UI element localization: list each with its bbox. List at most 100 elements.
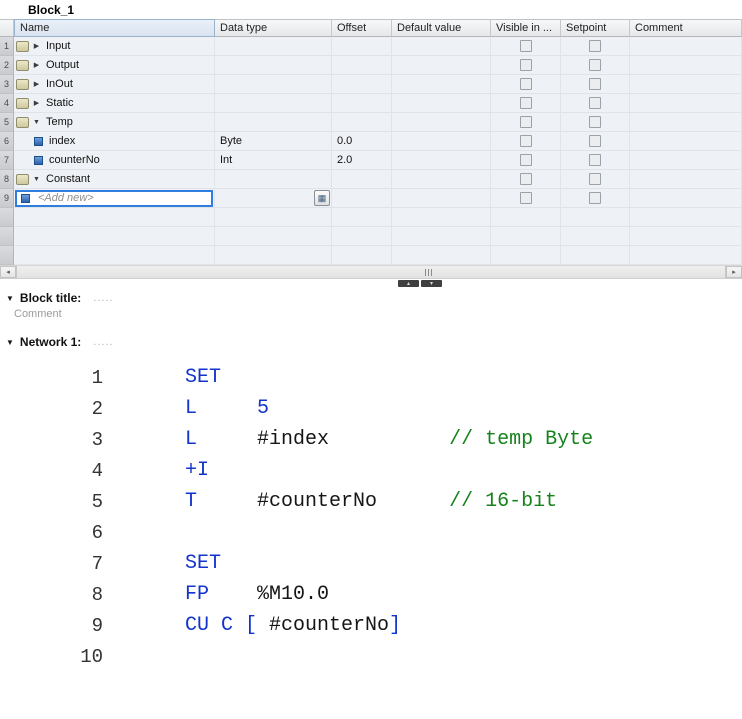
line-number[interactable]: 1	[0, 367, 103, 389]
data-type-cell[interactable]	[215, 56, 332, 75]
offset-cell[interactable]	[332, 75, 392, 94]
setpoint-checkbox[interactable]	[589, 116, 601, 128]
scrollbar-track[interactable]	[16, 266, 726, 278]
data-type-cell[interactable]	[215, 113, 332, 132]
row-number-cell[interactable]: 2	[0, 56, 14, 75]
table-corner-cell[interactable]	[0, 19, 14, 37]
splitter-collapse-down-button[interactable]: ▾	[421, 280, 442, 287]
name-cell[interactable]: index	[14, 132, 215, 151]
line-number[interactable]: 8	[0, 584, 103, 606]
name-cell[interactable]: ▶Static	[14, 94, 215, 113]
default-value-cell[interactable]	[392, 94, 491, 113]
name-cell[interactable]: ▶Output	[14, 56, 215, 75]
scrollbar-thumb[interactable]	[16, 266, 726, 278]
collapse-arrow-icon[interactable]: ▼	[6, 294, 14, 303]
default-value-cell[interactable]	[392, 56, 491, 75]
code-text[interactable]: +I	[103, 459, 209, 482]
offset-cell[interactable]	[332, 189, 392, 208]
comment-cell[interactable]	[630, 170, 742, 189]
expand-arrow-icon[interactable]: ▶	[32, 42, 41, 50]
setpoint-checkbox[interactable]	[589, 173, 601, 185]
line-number[interactable]: 6	[0, 522, 103, 544]
visible-in-checkbox[interactable]	[520, 154, 532, 166]
line-number[interactable]: 7	[0, 553, 103, 575]
collapse-arrow-icon[interactable]: ▼	[32, 176, 41, 183]
block-comment-placeholder[interactable]: Comment	[0, 306, 742, 322]
comment-cell[interactable]	[630, 132, 742, 151]
offset-cell[interactable]: 2.0	[332, 151, 392, 170]
row-number-cell[interactable]: 7	[0, 151, 14, 170]
visible-in-checkbox[interactable]	[520, 192, 532, 204]
code-line[interactable]: 2L 5	[0, 393, 742, 424]
add-new-input[interactable]: <Add new>	[15, 190, 213, 207]
setpoint-checkbox[interactable]	[589, 40, 601, 52]
offset-cell[interactable]	[332, 94, 392, 113]
column-header-setpoint[interactable]: Setpoint	[561, 19, 630, 37]
name-cell[interactable]: ▶InOut	[14, 75, 215, 94]
code-text[interactable]: FP %M10.0	[103, 583, 329, 606]
setpoint-checkbox[interactable]	[589, 154, 601, 166]
data-type-cell[interactable]: Byte	[215, 132, 332, 151]
default-value-cell[interactable]	[392, 170, 491, 189]
line-number[interactable]: 3	[0, 429, 103, 451]
comment-cell[interactable]	[630, 189, 742, 208]
row-number-cell[interactable]: 4	[0, 94, 14, 113]
scroll-right-button[interactable]: ▸	[726, 266, 742, 278]
default-value-cell[interactable]	[392, 189, 491, 208]
expand-arrow-icon[interactable]: ▶	[32, 99, 41, 107]
offset-cell[interactable]: 0.0	[332, 132, 392, 151]
code-text[interactable]: T #counterNo // 16-bit	[103, 490, 557, 513]
row-number-cell[interactable]: 9	[0, 189, 14, 208]
line-number[interactable]: 10	[0, 646, 103, 668]
comment-cell[interactable]	[630, 56, 742, 75]
code-line[interactable]: 5T #counterNo // 16-bit	[0, 486, 742, 517]
code-text[interactable]: L 5	[103, 397, 269, 420]
default-value-cell[interactable]	[392, 75, 491, 94]
splitter-collapse-up-button[interactable]: ▴	[398, 280, 419, 287]
code-line[interactable]: 7SET	[0, 548, 742, 579]
code-text[interactable]: SET	[103, 366, 221, 389]
expand-arrow-icon[interactable]: ▶	[32, 61, 41, 69]
scroll-left-button[interactable]: ◂	[0, 266, 16, 278]
code-line[interactable]: 6	[0, 517, 742, 548]
line-number[interactable]: 5	[0, 491, 103, 513]
visible-in-checkbox[interactable]	[520, 59, 532, 71]
network-title-placeholder[interactable]: .....	[93, 336, 113, 348]
comment-cell[interactable]	[630, 151, 742, 170]
row-number-cell[interactable]: 8	[0, 170, 14, 189]
code-line[interactable]: 8FP %M10.0	[0, 579, 742, 610]
column-header-comment[interactable]: Comment	[630, 19, 742, 37]
collapse-arrow-icon[interactable]: ▼	[32, 119, 41, 126]
column-header-default-value[interactable]: Default value	[392, 19, 491, 37]
column-header-offset[interactable]: Offset	[332, 19, 392, 37]
comment-cell[interactable]	[630, 94, 742, 113]
default-value-cell[interactable]	[392, 37, 491, 56]
code-text[interactable]: CU C [ #counterNo]	[103, 614, 401, 637]
comment-cell[interactable]	[630, 37, 742, 56]
default-value-cell[interactable]	[392, 151, 491, 170]
default-value-cell[interactable]	[392, 113, 491, 132]
code-line[interactable]: 1SET	[0, 362, 742, 393]
data-type-cell[interactable]: ▦	[215, 189, 332, 208]
name-cell[interactable]: counterNo	[14, 151, 215, 170]
stl-code-editor[interactable]: 1SET2L 53L #index // temp Byte4+I5T #cou…	[0, 362, 742, 672]
expand-arrow-icon[interactable]: ▶	[32, 80, 41, 88]
setpoint-checkbox[interactable]	[589, 97, 601, 109]
line-number[interactable]: 9	[0, 615, 103, 637]
name-cell[interactable]: ▼Constant	[14, 170, 215, 189]
data-type-cell[interactable]	[215, 75, 332, 94]
column-header-visible-in[interactable]: Visible in ...	[491, 19, 561, 37]
setpoint-checkbox[interactable]	[589, 135, 601, 147]
code-line[interactable]: 9CU C [ #counterNo]	[0, 610, 742, 641]
comment-cell[interactable]	[630, 75, 742, 94]
visible-in-checkbox[interactable]	[520, 135, 532, 147]
data-type-cell[interactable]	[215, 94, 332, 113]
column-header-name[interactable]: Name	[14, 19, 215, 37]
row-number-cell[interactable]: 3	[0, 75, 14, 94]
setpoint-checkbox[interactable]	[589, 78, 601, 90]
line-number[interactable]: 2	[0, 398, 103, 420]
visible-in-checkbox[interactable]	[520, 173, 532, 185]
line-number[interactable]: 4	[0, 460, 103, 482]
visible-in-checkbox[interactable]	[520, 78, 532, 90]
name-cell[interactable]: ▼Temp	[14, 113, 215, 132]
